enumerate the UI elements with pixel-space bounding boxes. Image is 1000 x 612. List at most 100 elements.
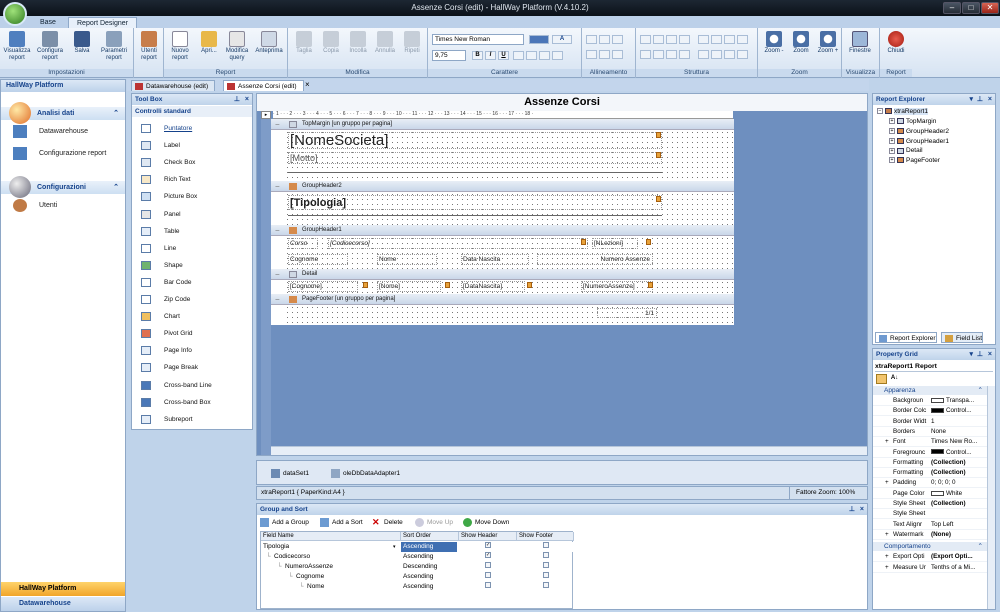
band-page-footer[interactable]: − PageFooter [un gruppo per pagina] xyxy=(271,294,734,305)
ruler-corner-icon[interactable]: ▸ xyxy=(261,111,271,119)
toolbox-item-rich-text[interactable]: Rich Text xyxy=(132,171,252,188)
collapse-icon[interactable]: ⌃ xyxy=(978,542,983,551)
tipologia-field[interactable]: [Tipologia] xyxy=(288,195,662,210)
justify-icon[interactable] xyxy=(552,51,563,60)
vspace-increase-icon[interactable] xyxy=(653,50,664,59)
property-value[interactable]: (None) xyxy=(931,530,986,540)
tab-field-list[interactable]: Field List xyxy=(941,332,984,343)
size-to-grid-icon[interactable] xyxy=(640,35,651,44)
expand-icon[interactable]: + xyxy=(889,128,895,135)
row-sort-order[interactable]: Ascending xyxy=(403,582,459,592)
align-tops-icon[interactable] xyxy=(586,50,597,59)
align-center-icon[interactable] xyxy=(526,51,537,60)
header-data-nascita[interactable]: Data Nascita xyxy=(461,254,529,265)
property-value[interactable]: (Collection) xyxy=(931,499,986,509)
property-value[interactable]: (Collection) xyxy=(931,468,986,478)
dropdown-icon[interactable]: ▾ xyxy=(969,349,973,360)
annulla-button[interactable]: Annulla xyxy=(371,31,399,55)
property-value[interactable]: Top Left xyxy=(931,520,986,530)
finestre-button[interactable]: Finestre xyxy=(846,31,874,55)
close-window-button[interactable]: ✕ xyxy=(981,2,999,14)
property-value[interactable]: (Export Opti... xyxy=(931,552,986,562)
add-group-button[interactable]: Add a Group xyxy=(260,517,309,528)
header-cognome[interactable]: Cognome xyxy=(288,254,348,265)
salva-button[interactable]: Salva xyxy=(68,31,96,55)
zoom-button[interactable]: Zoom xyxy=(787,31,815,55)
separator-line[interactable] xyxy=(288,172,662,173)
delete-button[interactable]: ✕ Delete xyxy=(372,517,403,528)
property-row[interactable]: Formatting (Collection) xyxy=(873,458,987,468)
toolbox-item-page-break[interactable]: Page Break xyxy=(132,359,252,376)
toolbox-item-page-info[interactable]: Page Info xyxy=(132,342,252,359)
align-to-grid-icon[interactable] xyxy=(586,35,597,44)
smart-tag-icon[interactable] xyxy=(527,282,532,288)
row-sort-order[interactable]: Descending xyxy=(403,562,459,572)
toolbox-item-zip-code[interactable]: Zip Code xyxy=(132,291,252,308)
field-dropdown-icon[interactable]: ▾ xyxy=(393,542,396,552)
selected-object-select[interactable]: xtraReport1 Report xyxy=(875,362,993,372)
bring-to-front-icon[interactable] xyxy=(724,50,735,59)
toolbox-item-line[interactable]: Line xyxy=(132,240,252,257)
collapse-icon[interactable]: ⌃ xyxy=(978,386,983,395)
property-row[interactable]: + Measure Ur Tenths of a Mi... xyxy=(873,563,987,573)
modifica-query-button[interactable]: Modifica query xyxy=(223,31,251,62)
italic-button[interactable]: I xyxy=(485,51,496,60)
property-value[interactable]: None xyxy=(931,427,986,437)
copia-button[interactable]: Copia xyxy=(317,31,345,55)
show-header-checkbox[interactable] xyxy=(485,572,491,578)
collapse-icon[interactable]: − xyxy=(275,225,280,236)
expand-icon[interactable]: + xyxy=(889,118,895,125)
show-footer-checkbox[interactable] xyxy=(543,542,549,548)
pin-icon[interactable]: ⊥ xyxy=(849,504,855,515)
minimize-button[interactable]: – xyxy=(943,2,961,14)
toolbox-item-cross-band-box[interactable]: Cross-band Box xyxy=(132,394,252,411)
toolbox-item-bar-code[interactable]: Bar Code xyxy=(132,274,252,291)
collapse-icon[interactable]: − xyxy=(275,119,280,130)
smart-tag-icon[interactable] xyxy=(656,132,661,138)
dataset1-component[interactable]: dataSet1 xyxy=(271,469,309,479)
row-sort-order[interactable]: Ascending xyxy=(403,572,459,582)
nav-footer-hallway-platform[interactable]: HallWay Platform xyxy=(1,582,125,596)
configura-report-button[interactable]: Configura report xyxy=(36,31,64,62)
pin-icon[interactable]: ⊥ xyxy=(977,349,983,360)
group-sort-row[interactable]: └ Nome Ascending xyxy=(261,582,574,592)
detail-numero-assenze[interactable]: [NumeroAssenze] xyxy=(581,281,653,292)
show-footer-checkbox[interactable] xyxy=(543,562,549,568)
expand-icon[interactable]: + xyxy=(885,478,889,488)
header-nome[interactable]: Nome xyxy=(377,254,437,265)
collapse-icon[interactable]: − xyxy=(877,108,883,115)
property-value[interactable]: 0; 0; 0; 0 xyxy=(931,478,986,488)
band-detail[interactable]: − Detail xyxy=(271,269,734,280)
toolbox-item-cross-band-line[interactable]: Cross-band Line xyxy=(132,377,252,394)
detail-cognome[interactable]: [Cognome] xyxy=(288,281,358,292)
property-value[interactable]: Control... xyxy=(931,406,986,416)
tree-node-groupheader1[interactable]: + GroupHeader1 xyxy=(889,137,949,146)
vspace-decrease-icon[interactable] xyxy=(666,50,677,59)
property-value[interactable]: Transpa... xyxy=(931,396,986,406)
utenti-report-button[interactable]: Utenti report xyxy=(135,31,163,62)
nlezioni-field[interactable]: [NLezioni] xyxy=(592,238,638,249)
motto-field[interactable]: [Motto] xyxy=(288,152,662,164)
collapse-icon[interactable]: − xyxy=(275,181,280,192)
zoom-in-button[interactable]: Zoom + xyxy=(814,31,842,55)
smart-tag-icon[interactable] xyxy=(581,239,586,245)
toolbox-item-check-box[interactable]: Check Box xyxy=(132,154,252,171)
show-header-checkbox[interactable] xyxy=(485,582,491,588)
expand-icon[interactable]: + xyxy=(885,563,889,573)
collapse-icon[interactable]: − xyxy=(275,269,280,280)
band-group-header1[interactable]: − GroupHeader1 xyxy=(271,225,734,236)
property-row[interactable]: Page Color White xyxy=(873,489,987,499)
property-row[interactable]: Borders None xyxy=(873,427,987,437)
toolbox-item-table[interactable]: Table xyxy=(132,223,252,240)
toolbox-section-header[interactable]: Controlli standard xyxy=(132,106,252,117)
tree-node-groupheader2[interactable]: + GroupHeader2 xyxy=(889,127,949,136)
property-category[interactable]: Comportamento ⌃ xyxy=(873,542,987,552)
show-footer-checkbox[interactable] xyxy=(543,572,549,578)
horizontal-scrollbar[interactable] xyxy=(271,446,867,455)
align-middles-icon[interactable] xyxy=(599,50,610,59)
group-sort-row[interactable]: └ NumeroAssenze Descending xyxy=(261,562,574,572)
property-value[interactable]: White xyxy=(931,489,986,499)
toolbox-item-label[interactable]: Label xyxy=(132,137,252,154)
column-header-sort-order[interactable]: Sort Order xyxy=(401,532,459,541)
close-icon[interactable]: × xyxy=(988,94,992,105)
